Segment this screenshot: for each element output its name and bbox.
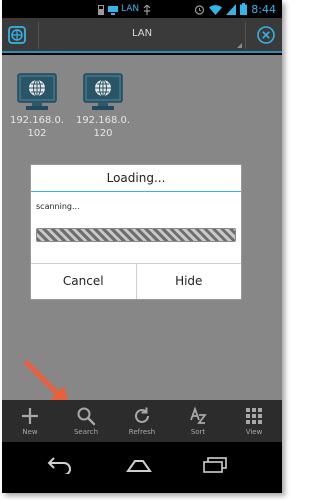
bottom-toolbar: New Search Refresh Sort View xyxy=(2,400,282,442)
recent-apps-icon[interactable] xyxy=(202,456,228,478)
indeterminate-progress-bar xyxy=(36,228,236,242)
phone-screen: LAN 8:44 LAN 192.168.0. 102 192.168.0. 1… xyxy=(2,0,282,493)
toolbar-label: Search xyxy=(73,428,99,436)
navigation-bar xyxy=(2,442,282,493)
close-circle-icon[interactable] xyxy=(256,25,276,45)
toolbar-new-button[interactable]: New xyxy=(2,400,58,442)
status-time: 8:44 xyxy=(251,2,276,16)
dialog-message: scanning... xyxy=(36,202,80,211)
host-item[interactable]: 192.168.0. 120 xyxy=(72,73,134,140)
title-bar: LAN xyxy=(2,18,282,53)
title-separator-right xyxy=(245,22,246,49)
signal-icon xyxy=(226,0,237,19)
status-left: LAN xyxy=(97,2,152,16)
sdcard-icon xyxy=(97,0,105,19)
dialog-title: Loading... xyxy=(106,171,166,185)
loading-dialog: Loading... scanning... Cancel Hide xyxy=(30,164,242,300)
status-bar: LAN 8:44 xyxy=(2,0,282,18)
hide-button[interactable]: Hide xyxy=(135,264,242,299)
back-icon[interactable] xyxy=(46,456,74,478)
host-ip-line1: 192.168.0. xyxy=(9,115,65,126)
computer-icon xyxy=(83,73,123,110)
plus-icon xyxy=(22,408,38,424)
toolbar-label: New xyxy=(22,428,38,436)
toolbar-view-button[interactable]: View xyxy=(226,400,282,442)
home-icon[interactable] xyxy=(124,456,154,478)
host-ip-line2: 120 xyxy=(93,128,113,139)
alarm-icon xyxy=(194,0,205,19)
sort-icon xyxy=(190,406,207,424)
toolbar-label: Sort xyxy=(190,428,206,436)
search-icon xyxy=(77,407,96,426)
status-right: 8:44 xyxy=(194,2,276,16)
wifi-icon xyxy=(209,0,223,19)
toolbar-search-button[interactable]: Search xyxy=(58,400,114,442)
toolbar-label: Refresh xyxy=(128,428,156,436)
cancel-button[interactable]: Cancel xyxy=(31,264,136,299)
usb-icon xyxy=(142,0,152,19)
refresh-icon xyxy=(135,407,149,423)
host-ip-line1: 192.168.0. xyxy=(75,115,131,126)
toolbar-label: View xyxy=(245,428,263,436)
toolbar-refresh-button[interactable]: Refresh xyxy=(114,400,170,442)
dialog-button-row: Cancel Hide xyxy=(31,263,241,299)
lan-icon[interactable] xyxy=(6,24,30,46)
network-icon xyxy=(108,0,118,19)
grid-icon xyxy=(246,408,262,424)
status-network-label: LAN xyxy=(121,4,140,14)
host-ip-line2: 102 xyxy=(27,128,47,139)
title-separator-left xyxy=(38,22,39,49)
dropdown-corner-icon xyxy=(237,43,242,48)
battery-icon xyxy=(240,0,248,19)
host-item[interactable]: 192.168.0. 102 xyxy=(6,73,68,140)
toolbar-sort-button[interactable]: Sort xyxy=(170,400,226,442)
page-title[interactable]: LAN xyxy=(42,28,242,39)
computer-icon xyxy=(17,73,57,110)
